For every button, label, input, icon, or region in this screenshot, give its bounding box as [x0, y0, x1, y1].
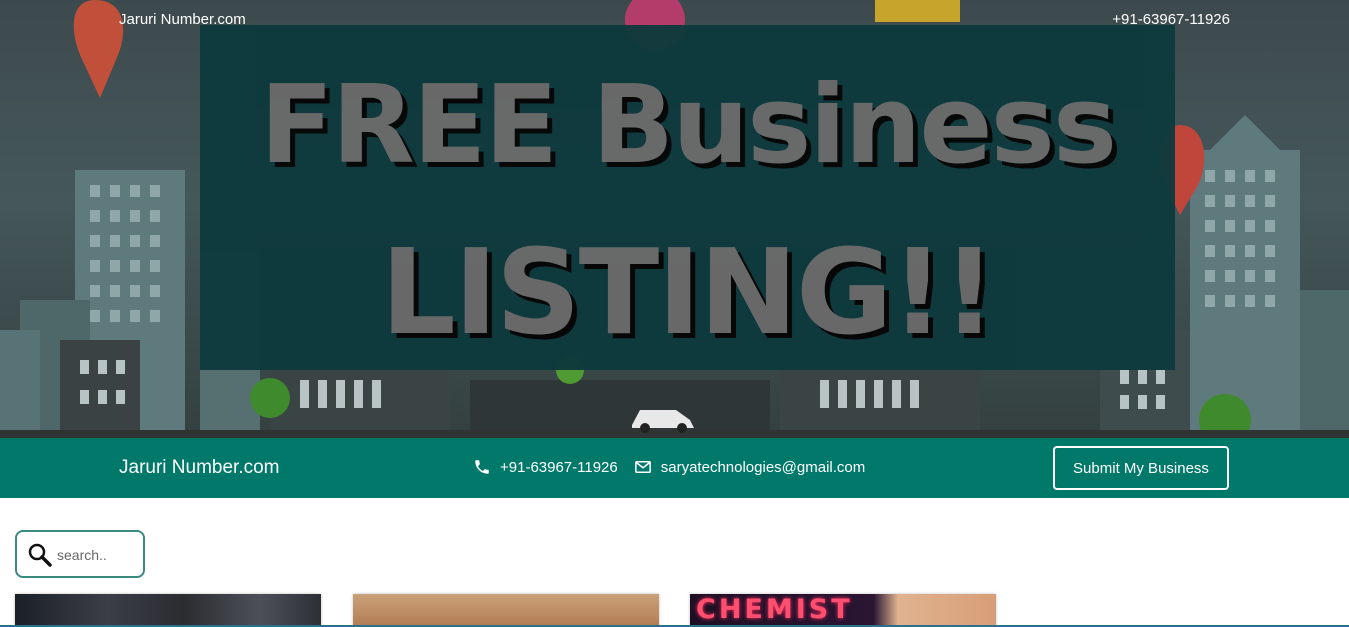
search-box: [15, 530, 145, 578]
banner-headline-line2: LISTING!!: [380, 223, 997, 361]
envelope-icon: [634, 458, 652, 476]
hero-banner: Jaruri Number.com +91-63967-11926 FREE B…: [0, 0, 1349, 438]
listing-card[interactable]: [15, 594, 321, 627]
submit-business-button[interactable]: Submit My Business: [1053, 446, 1229, 490]
phone-icon: [473, 458, 491, 476]
search-input[interactable]: [57, 545, 141, 565]
contact-email[interactable]: saryatechnologies@gmail.com: [661, 459, 866, 476]
hero-top-bar: Jaruri Number.com +91-63967-11926: [0, 0, 1349, 40]
banner-headline-line1: FREE Business: [259, 63, 1117, 188]
chemist-sign-text: CHEMIST: [696, 594, 853, 625]
site-brand[interactable]: Jaruri Number.com: [119, 11, 246, 28]
contact-bar: Jaruri Number.com +91-63967-11926 saryat…: [0, 438, 1349, 498]
listing-card[interactable]: CHEMIST: [690, 594, 996, 627]
contact-phone[interactable]: +91-63967-11926: [500, 459, 618, 476]
free-listing-banner: FREE Business LISTING!!: [200, 25, 1175, 370]
listing-card[interactable]: [353, 594, 659, 627]
top-phone-number[interactable]: +91-63967-11926: [1112, 11, 1230, 28]
contact-info: +91-63967-11926 saryatechnologies@gmail.…: [473, 458, 865, 476]
contact-bar-brand[interactable]: Jaruri Number.com: [119, 457, 280, 479]
search-icon[interactable]: [27, 542, 53, 568]
